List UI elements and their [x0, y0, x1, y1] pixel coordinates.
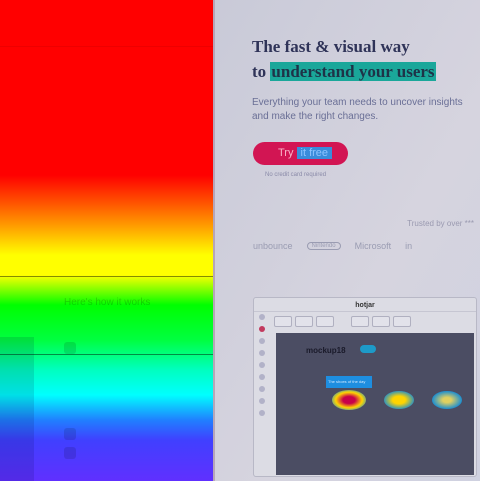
app-sidebar: [258, 314, 268, 474]
trusted-label: Trusted by over ***: [407, 219, 474, 228]
logo-unbounce: unbounce: [253, 241, 293, 251]
hero-title: The fast & visual way to understand your …: [252, 37, 436, 81]
heat-spot: [384, 391, 414, 409]
logo-row: unbounce Nintendo Microsoft in: [253, 241, 412, 251]
preview-brand: mockup18: [306, 346, 346, 355]
divider: [0, 276, 214, 277]
app-title: hotjar: [254, 298, 476, 312]
feature-icon: [64, 428, 76, 440]
preview-pill: [360, 345, 376, 353]
app-toolbar: [274, 316, 411, 327]
section-title: Here's how it works: [64, 297, 151, 308]
heatmap-canvas: mockup18 The shoes of the day: [276, 333, 474, 475]
sidebar-shade: [0, 337, 34, 481]
title-highlight: understand your users: [270, 62, 436, 81]
landing-page: The fast & visual way to understand your …: [215, 0, 480, 481]
hero-subtitle: Everything your team needs to uncover in…: [252, 97, 463, 122]
heatmap-overlay-panel: Here's how it works: [0, 0, 214, 481]
feature-icon: [64, 447, 76, 459]
heatmap-tooltip: The shoes of the day: [326, 376, 372, 388]
try-free-button[interactable]: Try it free: [253, 142, 348, 165]
logo-linkedin: in: [405, 241, 413, 251]
cta-note: No credit card required: [265, 172, 327, 178]
heat-spot: [332, 390, 366, 410]
logo-nintendo: Nintendo: [306, 242, 341, 250]
app-preview: hotjar mockup18 The shoes of the day: [253, 297, 477, 477]
heat-spot: [432, 391, 462, 409]
divider: [0, 46, 214, 47]
logo-microsoft: Microsoft: [354, 241, 392, 251]
feature-icon: [64, 342, 76, 354]
